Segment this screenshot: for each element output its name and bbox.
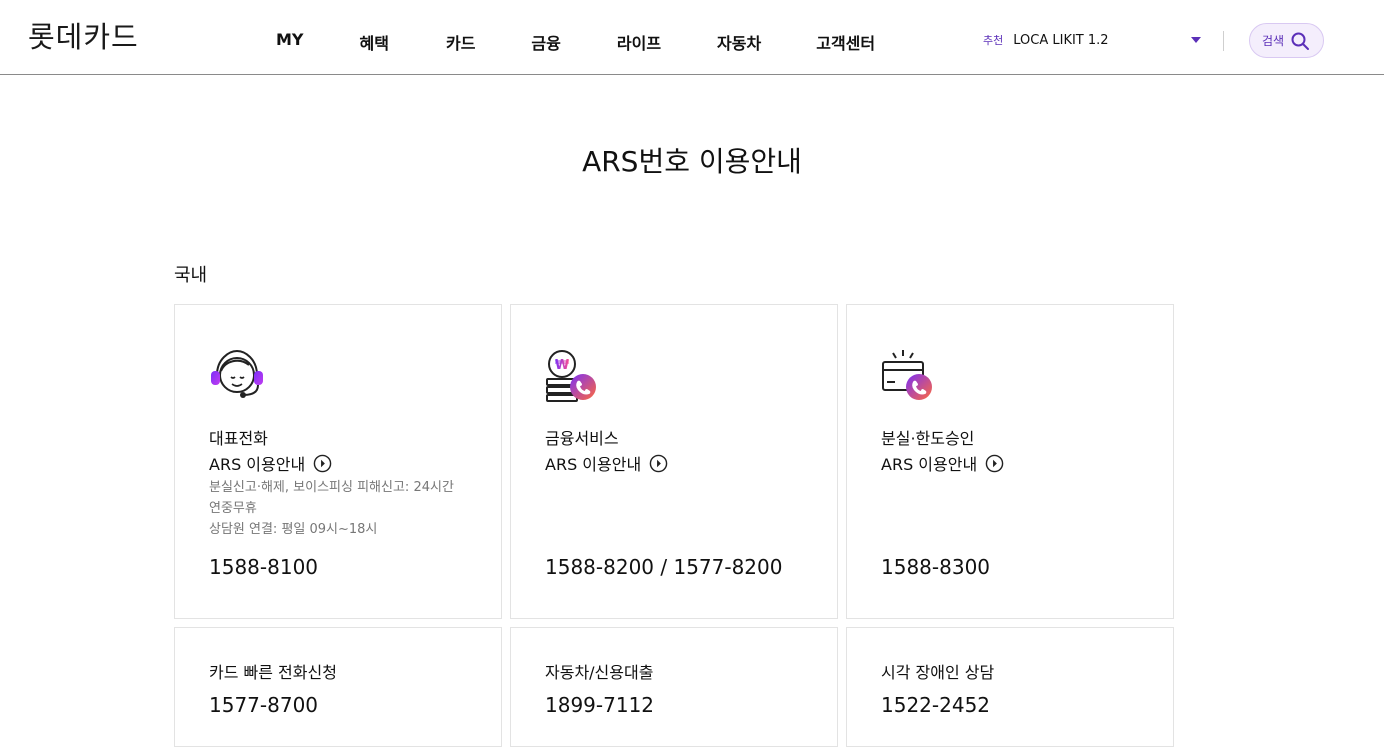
card-name: 자동차/신용대출: [545, 663, 654, 682]
nav-item-finance[interactable]: 금융: [531, 30, 560, 54]
site-header: 롯데카드 MY 혜택 카드 금융 라이프 자동차 고객센터 추천 LOCA LI…: [0, 0, 1384, 75]
ars-guide-label: ARS 이용안내: [545, 455, 642, 474]
desc-line: 연중무휴: [209, 501, 257, 516]
ars-card-loss-limit: 분실·한도승인 ARS 이용안내 1588-8300: [846, 304, 1174, 619]
card-name: 시각 장애인 상담: [881, 663, 995, 682]
ars-card-quick-call: 카드 빠른 전화신청 1577-8700: [174, 627, 502, 747]
phone-number: 1588-8100: [209, 555, 319, 579]
main-nav: MY 혜택 카드 금융 라이프 자동차 고객센터: [250, 30, 875, 54]
ars-card-finance: ₩ 금융서비스 ARS 이용안내 1588-8200 / 1577-8200: [510, 304, 838, 619]
card-name: 카드 빠른 전화신청: [209, 663, 337, 682]
desc-line: 상담원 연결: 평일 09시~18시: [209, 522, 378, 537]
ars-guide-link[interactable]: ARS 이용안내: [209, 451, 332, 475]
nav-item-benefits[interactable]: 혜택: [360, 30, 389, 54]
phone-number: 1588-8200 / 1577-8200: [545, 555, 783, 579]
chevron-circle-right-icon: [313, 454, 332, 472]
phone-number: 1899-7112: [545, 693, 655, 717]
nav-item-car[interactable]: 자동차: [717, 30, 761, 54]
nav-item-life[interactable]: 라이프: [617, 30, 661, 54]
recommend-dropdown[interactable]: 추천 LOCA LIKIT 1.2: [983, 32, 1109, 48]
coin-phone-icon: ₩: [546, 350, 596, 402]
phone-number: 1588-8300: [881, 555, 991, 579]
card-description: 분실신고·해제, 보이스피싱 피해신고: 24시간 연중무휴 상담원 연결: 평…: [209, 477, 479, 540]
nav-item-my[interactable]: MY: [276, 30, 304, 54]
ars-guide-label: ARS 이용안내: [881, 455, 978, 474]
ars-guide-label: ARS 이용안내: [209, 455, 306, 474]
section-title-domestic: 국내: [174, 265, 208, 286]
lotte-card-logo[interactable]: 롯데카드: [28, 14, 139, 56]
search-button[interactable]: 검색: [1249, 23, 1324, 58]
recommend-tag: 추천: [983, 34, 1004, 47]
card-name: 금융서비스: [545, 429, 619, 448]
caret-down-icon[interactable]: [1191, 37, 1201, 43]
nav-item-customer-center[interactable]: 고객센터: [816, 30, 875, 54]
headset-agent-icon: [211, 349, 263, 398]
phone-number: 1522-2452: [881, 693, 991, 717]
search-icon: [1291, 32, 1310, 50]
svg-text:₩: ₩: [555, 358, 570, 373]
chevron-circle-right-icon: [985, 454, 1004, 472]
nav-item-card[interactable]: 카드: [446, 30, 475, 54]
chevron-circle-right-icon: [649, 454, 668, 472]
desc-line: 분실신고·해제, 보이스피싱 피해신고: 24시간: [209, 480, 454, 495]
ars-guide-link[interactable]: ARS 이용안내: [881, 451, 1004, 475]
card-name: 분실·한도승인: [881, 429, 975, 448]
header-divider: [1223, 31, 1224, 51]
ars-guide-link[interactable]: ARS 이용안내: [545, 451, 668, 475]
card-phone-icon: [882, 350, 932, 400]
phone-number: 1577-8700: [209, 693, 319, 717]
recommend-text: LOCA LIKIT 1.2: [1013, 32, 1109, 48]
ars-card-main: 대표전화 ARS 이용안내 분실신고·해제, 보이스피싱 피해신고: 24시간 …: [174, 304, 502, 619]
card-name: 대표전화: [209, 429, 268, 448]
ars-card-auto-loan: 자동차/신용대출 1899-7112: [510, 627, 838, 747]
ars-card-visually-impaired: 시각 장애인 상담 1522-2452: [846, 627, 1174, 747]
page-title: ARS번호 이용안내: [582, 145, 802, 178]
search-label: 검색: [1262, 34, 1285, 48]
